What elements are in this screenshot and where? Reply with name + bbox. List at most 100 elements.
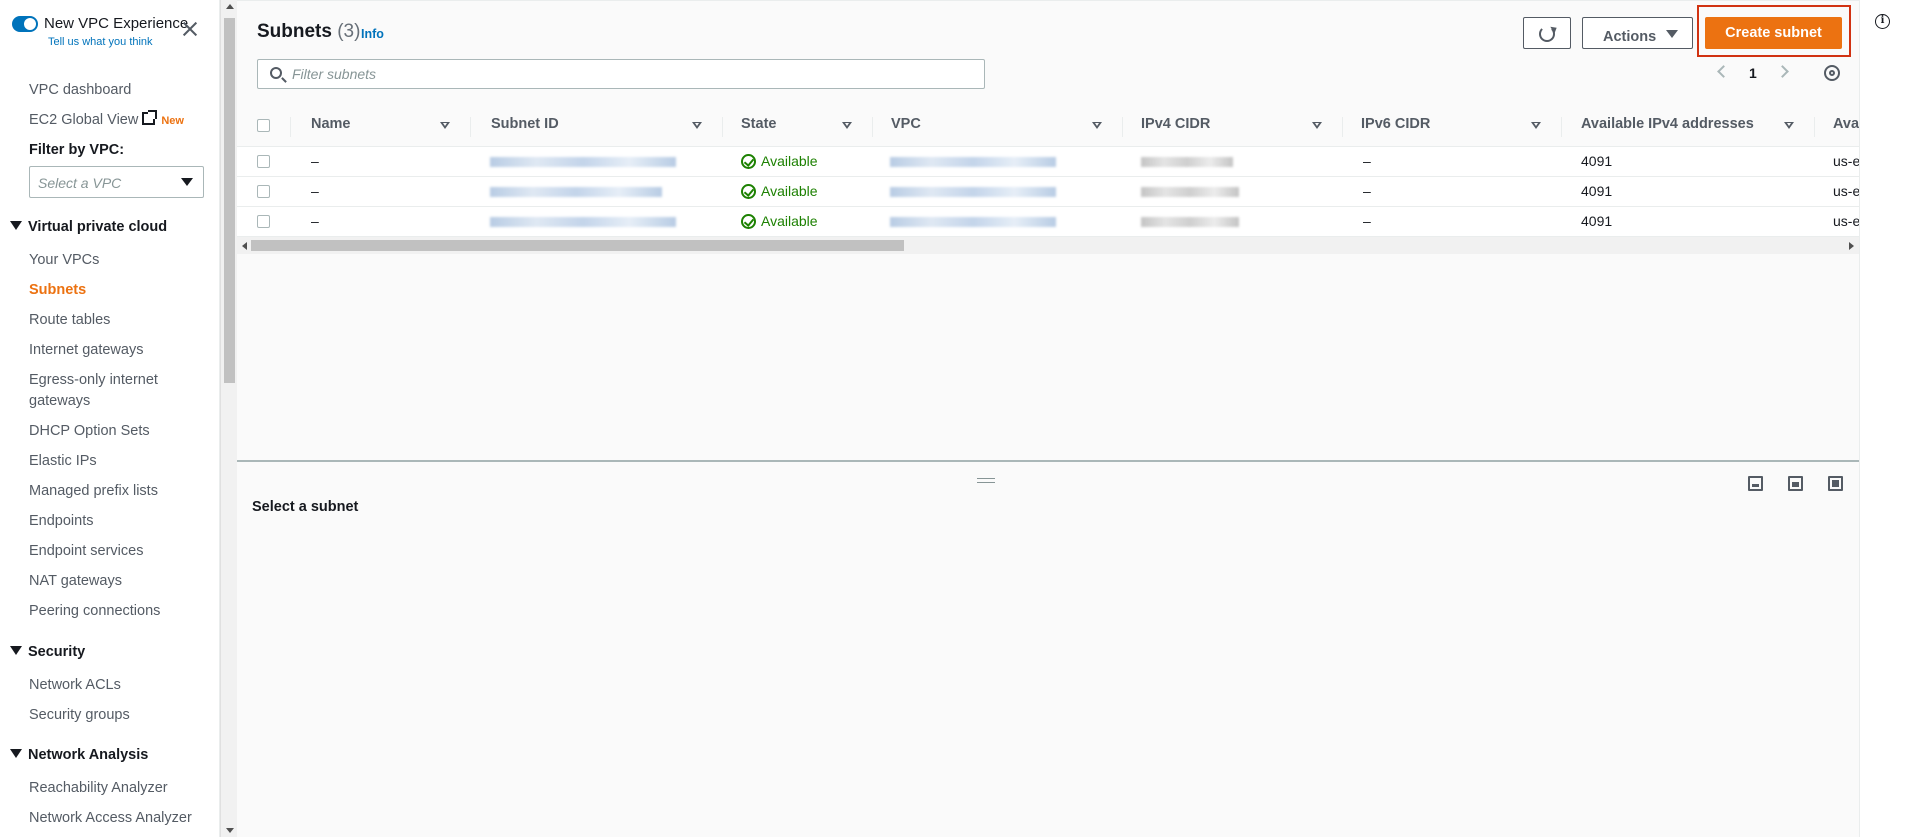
column-header-name[interactable]: Name bbox=[311, 116, 351, 132]
column-divider bbox=[1122, 117, 1123, 137]
nav-peering-connections[interactable]: Peering connections bbox=[29, 601, 160, 621]
nav-route-tables[interactable]: Route tables bbox=[29, 310, 110, 330]
table-row[interactable]: – Available – 4091 us-ea bbox=[237, 147, 1859, 177]
row-checkbox[interactable] bbox=[257, 215, 270, 228]
nav-network-access-analyzer[interactable]: Network Access Analyzer bbox=[29, 808, 192, 828]
drag-handle-icon[interactable] bbox=[977, 478, 995, 483]
sort-icon[interactable] bbox=[1092, 122, 1102, 129]
column-header-vpc[interactable]: VPC bbox=[891, 116, 921, 132]
nav-egress-only-internet-gateways[interactable]: Egress-only internet bbox=[29, 370, 158, 390]
sort-icon[interactable] bbox=[1784, 122, 1794, 129]
section-network-analysis[interactable]: Network Analysis bbox=[10, 747, 148, 763]
cell-availability-zone: us-ea bbox=[1833, 153, 1859, 169]
chevron-left-icon[interactable] bbox=[1717, 65, 1730, 78]
cell-subnet-id-redacted[interactable] bbox=[490, 157, 676, 167]
section-virtual-private-cloud[interactable]: Virtual private cloud bbox=[10, 219, 167, 235]
close-icon[interactable] bbox=[181, 20, 199, 38]
chevron-right-icon[interactable] bbox=[1776, 65, 1789, 78]
item-count: (3) bbox=[337, 21, 361, 42]
nav-ec2-global-view[interactable]: EC2 Global View New bbox=[29, 110, 184, 131]
sort-icon[interactable] bbox=[1312, 122, 1322, 129]
subnets-table-panel: Subnets (3) Info Actions Create subnet F… bbox=[237, 0, 1859, 460]
page-title-text: Subnets bbox=[257, 21, 332, 42]
column-divider bbox=[290, 117, 291, 137]
nav-reachability-analyzer[interactable]: Reachability Analyzer bbox=[29, 778, 168, 798]
row-checkbox[interactable] bbox=[257, 155, 270, 168]
nav-subnets[interactable]: Subnets bbox=[29, 280, 86, 300]
cell-state: Available bbox=[741, 153, 818, 169]
column-header-ipv4-cidr[interactable]: IPv4 CIDR bbox=[1141, 116, 1210, 132]
actions-dropdown-button[interactable]: Actions bbox=[1582, 17, 1693, 49]
cell-availability-zone: us-ea bbox=[1833, 213, 1859, 229]
nav-network-acls[interactable]: Network ACLs bbox=[29, 675, 121, 695]
row-checkbox[interactable] bbox=[257, 185, 270, 198]
cell-vpc-redacted[interactable] bbox=[890, 157, 1056, 167]
table-row[interactable]: – Available – 4091 us-ea bbox=[237, 177, 1859, 207]
subnets-table: Name Subnet ID State VPC IPv4 CIDR IPv6 … bbox=[237, 105, 1859, 237]
cell-vpc-redacted[interactable] bbox=[890, 187, 1056, 197]
column-header-availability-zone[interactable]: Avai bbox=[1833, 116, 1859, 132]
nav-security-groups[interactable]: Security groups bbox=[29, 705, 130, 725]
cell-state: Available bbox=[741, 183, 818, 199]
sidebar-scrollbar[interactable] bbox=[220, 0, 237, 837]
refresh-button[interactable] bbox=[1523, 17, 1571, 49]
scroll-right-arrow-icon[interactable] bbox=[1849, 242, 1854, 250]
table-horizontal-scrollbar[interactable] bbox=[237, 237, 1859, 254]
sort-icon[interactable] bbox=[692, 122, 702, 129]
cell-name: – bbox=[311, 183, 319, 199]
nav-endpoints[interactable]: Endpoints bbox=[29, 511, 94, 531]
horizontal-scrollbar-thumb[interactable] bbox=[251, 240, 904, 251]
info-link[interactable]: Info bbox=[361, 27, 384, 41]
column-divider bbox=[1342, 117, 1343, 137]
cell-state: Available bbox=[741, 213, 818, 229]
nav-dhcp-option-sets[interactable]: DHCP Option Sets bbox=[29, 421, 150, 441]
column-header-available-ipv4[interactable]: Available IPv4 addresses bbox=[1581, 116, 1754, 132]
info-icon[interactable]: i bbox=[1875, 14, 1890, 29]
column-header-subnet-id[interactable]: Subnet ID bbox=[491, 116, 559, 132]
new-experience-toggle[interactable] bbox=[12, 16, 38, 32]
page-title: Subnets (3) bbox=[257, 21, 360, 43]
column-header-state[interactable]: State bbox=[741, 116, 776, 132]
nav-your-vpcs[interactable]: Your VPCs bbox=[29, 250, 99, 270]
scroll-down-arrow-icon[interactable] bbox=[226, 828, 234, 833]
sort-icon[interactable] bbox=[440, 122, 450, 129]
column-divider bbox=[1561, 117, 1562, 137]
feedback-link[interactable]: Tell us what you think bbox=[48, 36, 153, 48]
section-security[interactable]: Security bbox=[10, 644, 85, 660]
filter-subnets-input[interactable]: Filter subnets bbox=[257, 59, 985, 89]
scroll-up-arrow-icon[interactable] bbox=[226, 4, 234, 9]
vpc-filter-select[interactable]: Select a VPC bbox=[29, 166, 204, 198]
select-all-checkbox[interactable] bbox=[257, 119, 270, 132]
new-badge: New bbox=[161, 115, 184, 127]
table-row[interactable]: – Available – 4091 us-ea bbox=[237, 207, 1859, 237]
column-divider bbox=[1814, 117, 1815, 137]
panel-bottom-small-icon[interactable] bbox=[1748, 476, 1763, 491]
sort-icon[interactable] bbox=[842, 122, 852, 129]
sidebar-scrollbar-thumb[interactable] bbox=[224, 18, 235, 383]
gear-icon[interactable] bbox=[1824, 65, 1840, 81]
external-link-icon bbox=[142, 110, 158, 125]
nav-nat-gateways[interactable]: NAT gateways bbox=[29, 571, 122, 591]
cell-vpc-redacted[interactable] bbox=[890, 217, 1056, 227]
tools-rail: i bbox=[1859, 0, 1906, 837]
nav-internet-gateways[interactable]: Internet gateways bbox=[29, 340, 143, 360]
panel-full-icon[interactable] bbox=[1828, 476, 1843, 491]
create-subnet-button[interactable]: Create subnet bbox=[1705, 17, 1842, 49]
cell-subnet-id-redacted[interactable] bbox=[490, 217, 676, 227]
status-text: Available bbox=[761, 183, 818, 199]
cell-available-ipv4: 4091 bbox=[1581, 153, 1613, 169]
new-experience-title: New VPC Experience bbox=[44, 15, 189, 32]
nav-managed-prefix-lists[interactable]: Managed prefix lists bbox=[29, 481, 158, 501]
column-header-ipv6-cidr[interactable]: IPv6 CIDR bbox=[1361, 116, 1430, 132]
page-number[interactable]: 1 bbox=[1749, 65, 1757, 81]
caret-down-icon bbox=[10, 221, 22, 230]
nav-elastic-ips[interactable]: Elastic IPs bbox=[29, 451, 97, 471]
nav-vpc-dashboard[interactable]: VPC dashboard bbox=[29, 80, 131, 100]
cell-subnet-id-redacted[interactable] bbox=[490, 187, 662, 197]
panel-bottom-medium-icon[interactable] bbox=[1788, 476, 1803, 491]
sort-icon[interactable] bbox=[1531, 122, 1541, 129]
scroll-left-arrow-icon[interactable] bbox=[242, 242, 247, 250]
nav-egress-only-internet-gateways-line2[interactable]: gateways bbox=[29, 391, 90, 411]
cell-available-ipv4: 4091 bbox=[1581, 213, 1613, 229]
nav-endpoint-services[interactable]: Endpoint services bbox=[29, 541, 143, 561]
